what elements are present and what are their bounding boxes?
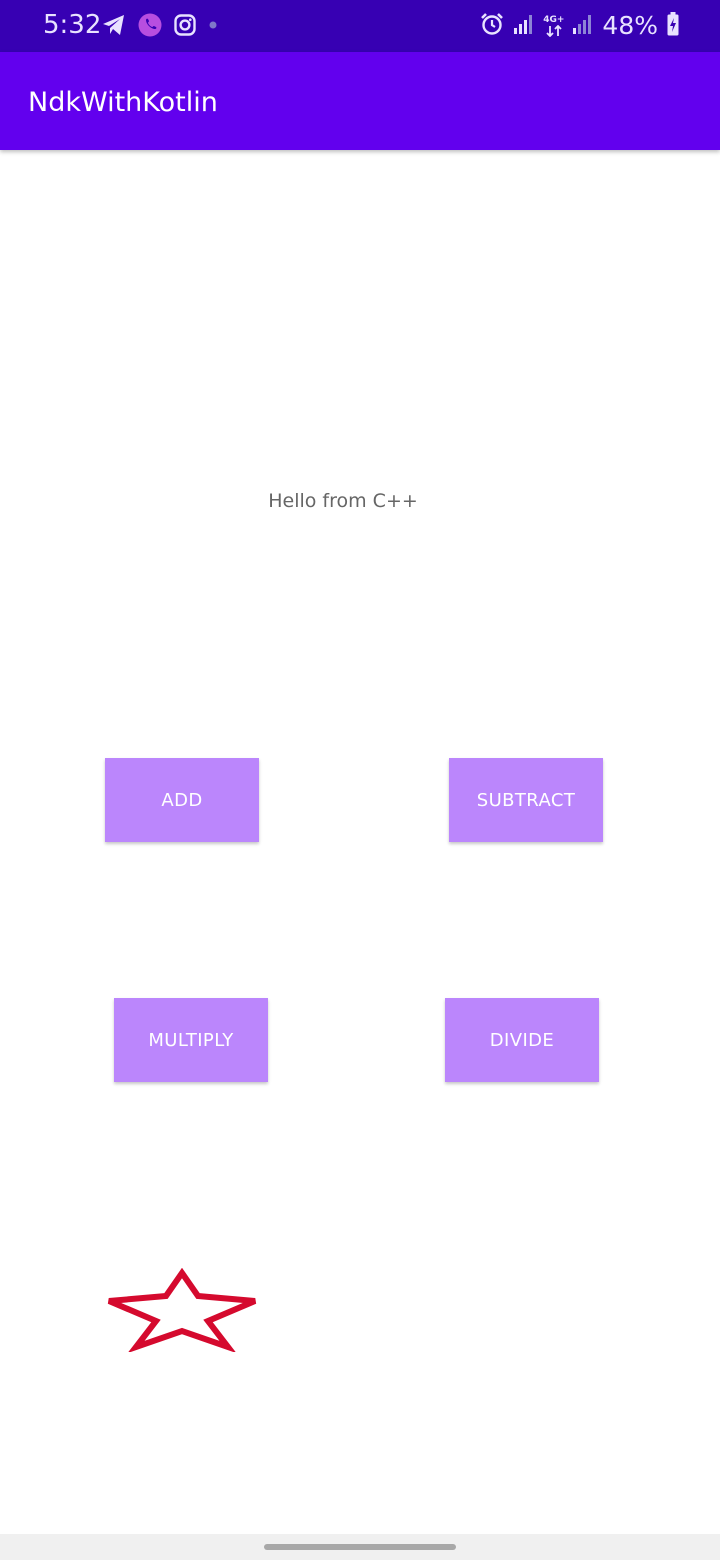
hello-message-text: Hello from C++ xyxy=(268,490,418,512)
add-button[interactable]: ADD xyxy=(105,758,259,842)
network-type-indicator: 4G+ xyxy=(543,14,565,37)
navigation-bar xyxy=(0,1534,720,1560)
status-time: 5:32 xyxy=(43,10,102,40)
status-system-icons: 4G+ 48% xyxy=(479,11,680,41)
app-title: NdkWithKotlin xyxy=(28,87,218,118)
star-outline-icon xyxy=(104,1267,260,1354)
app-bar: NdkWithKotlin xyxy=(0,52,720,150)
status-notification-icons xyxy=(101,12,219,42)
battery-percent: 48% xyxy=(602,11,658,40)
signal-icon xyxy=(572,12,594,40)
telegram-icon xyxy=(101,12,127,42)
hello-message: Hello from C++ xyxy=(0,488,686,514)
status-bar: 5:32 4G+ 48% xyxy=(0,0,720,52)
viber-icon xyxy=(137,12,163,42)
signal-icon xyxy=(513,12,535,40)
notification-dot-icon xyxy=(207,13,219,41)
subtract-button[interactable]: SUBTRACT xyxy=(449,758,603,842)
battery-charging-icon xyxy=(666,11,680,41)
alarm-icon xyxy=(479,11,505,41)
multiply-button[interactable]: MULTIPLY xyxy=(114,998,268,1082)
network-type-label: 4G+ xyxy=(543,14,565,25)
instagram-icon xyxy=(173,13,197,41)
divide-button[interactable]: DIVIDE xyxy=(445,998,599,1082)
home-gesture-handle[interactable] xyxy=(264,1544,456,1550)
